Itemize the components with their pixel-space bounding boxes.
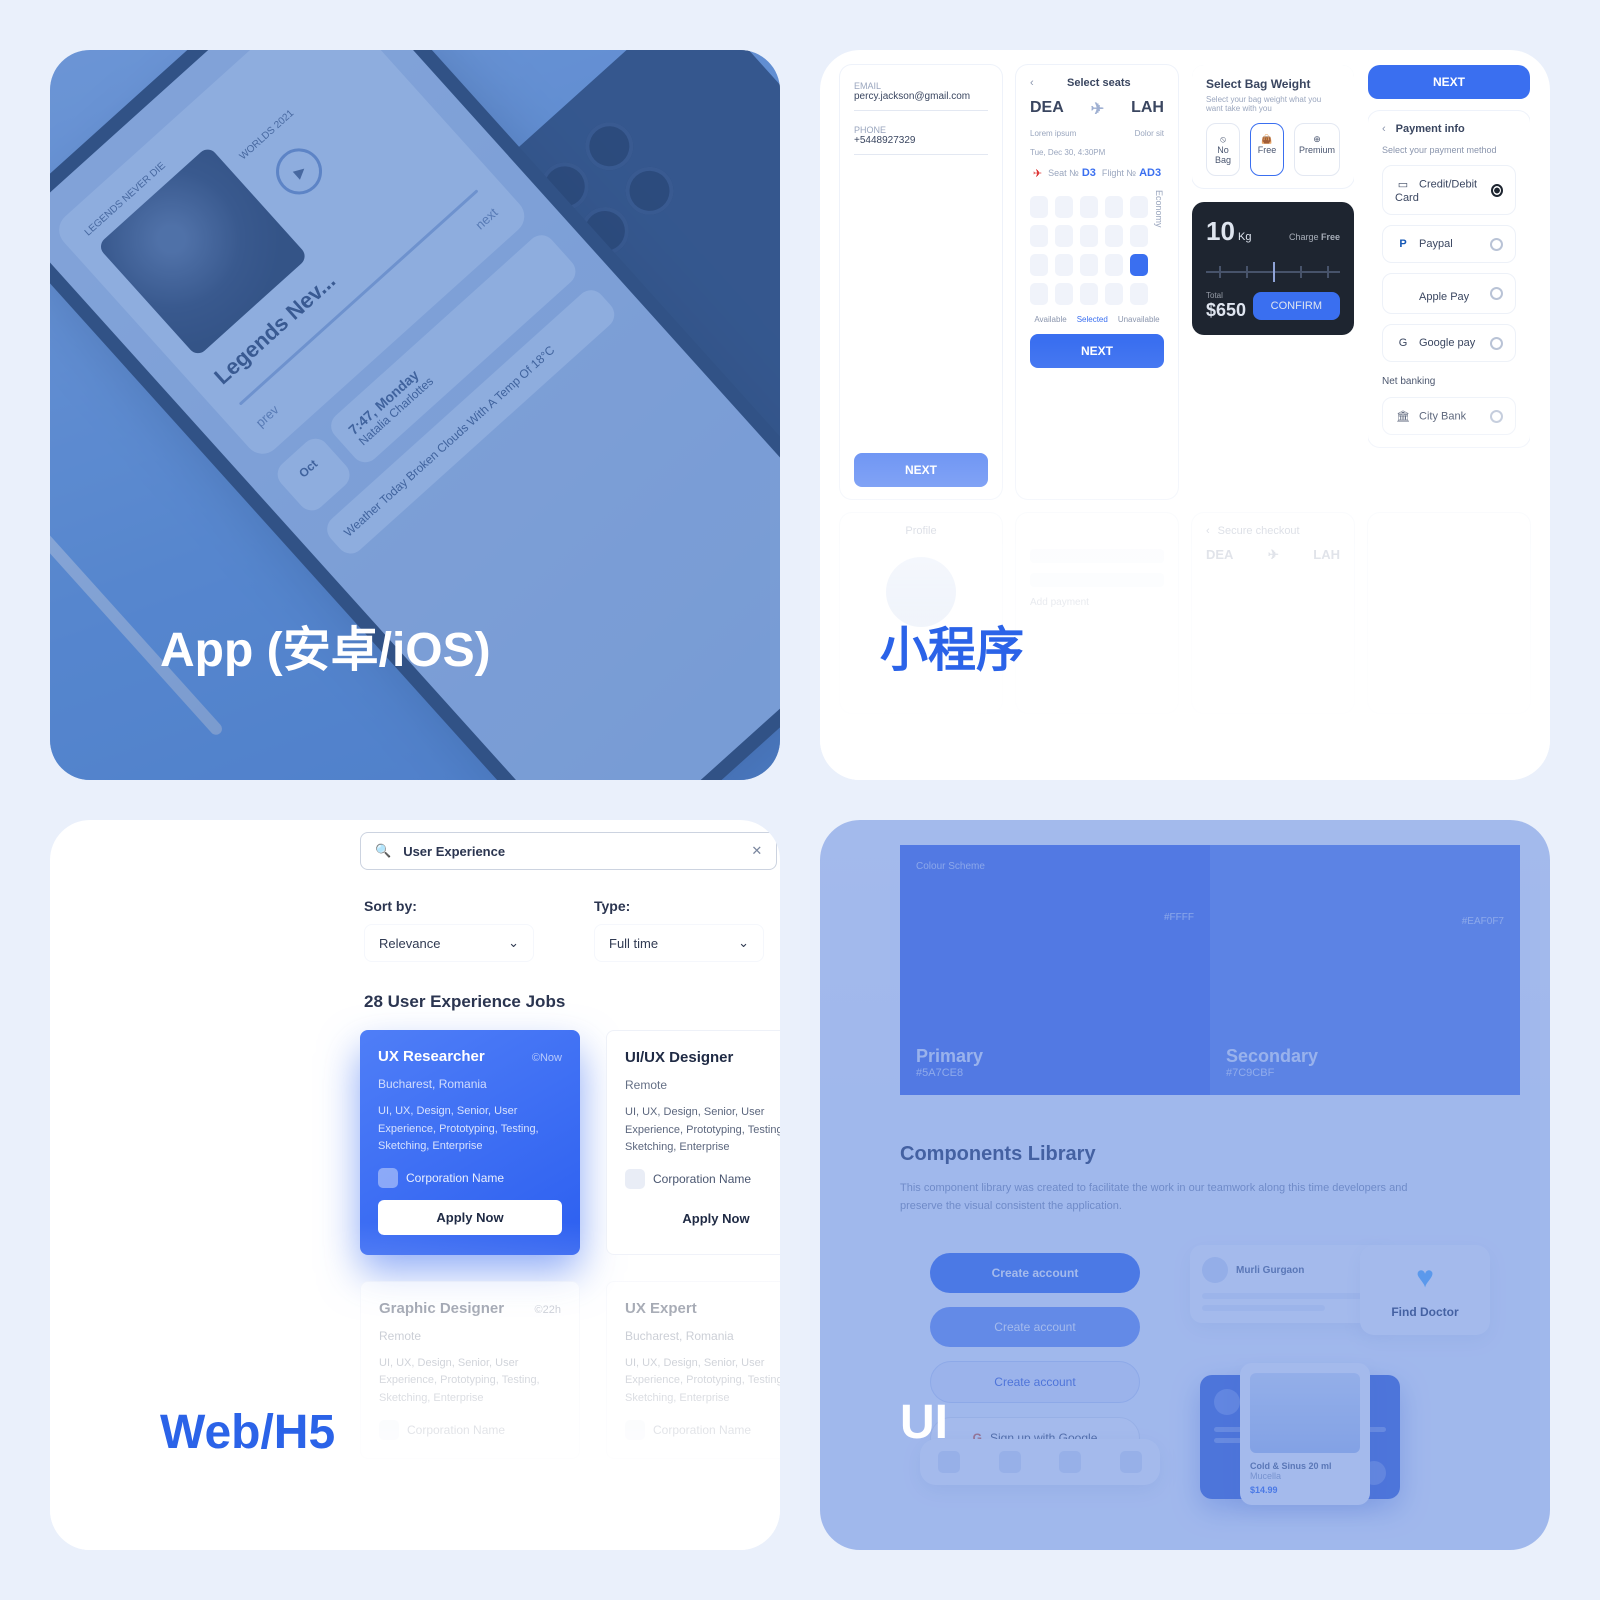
company-logo	[378, 1168, 398, 1188]
email-value: percy.jackson@gmail.com	[854, 91, 988, 102]
to-sub: Dolor sit	[1135, 129, 1164, 138]
job-location: Remote	[625, 1078, 780, 1092]
type-label: Type:	[594, 898, 764, 914]
weight-slider-panel: 10 Kg Charge Free Total$650 CONFIRM	[1192, 202, 1354, 335]
fade-overlay	[50, 1222, 780, 1551]
bag-opt-premium[interactable]: ⊕Premium	[1294, 123, 1340, 176]
legend-available: Available	[1034, 315, 1066, 324]
bag-opt-none[interactable]: ⦸No Bag	[1206, 123, 1240, 176]
jobs-heading: 28 User Experience Jobs	[364, 992, 780, 1012]
type-dropdown[interactable]: Full time⌄	[594, 924, 764, 962]
seats-title: Select seats	[1067, 77, 1131, 89]
legend-unavailable: Unavailable	[1118, 315, 1160, 324]
card-label-app: App (安卓/iOS)	[160, 610, 491, 680]
next-button[interactable]: NEXT	[1368, 65, 1530, 99]
from-code: DEA	[1030, 99, 1064, 119]
job-title: UX Researcher	[378, 1048, 485, 1065]
total-label: Total	[1206, 291, 1246, 300]
flight-date: Tue, Dec 30, 4:30PM	[1030, 148, 1164, 157]
to-code: LAH	[1131, 99, 1164, 119]
phone-value: +5448927329	[854, 135, 988, 146]
company-name: Corporation Name	[406, 1171, 504, 1185]
kg-value: 10	[1206, 216, 1235, 246]
sort-label: Sort by:	[364, 898, 534, 914]
seat-map[interactable]	[1030, 196, 1148, 305]
pay-method-apple[interactable]: Apple Pay	[1382, 273, 1516, 314]
search-icon: 🔍	[375, 843, 391, 859]
fade-overlay	[820, 342, 1550, 780]
pay-method-paypal[interactable]: PPaypal	[1382, 225, 1516, 263]
card-mini-program[interactable]: EMAIL percy.jackson@gmail.com PHONE +544…	[820, 50, 1550, 780]
seat-lbl: Seat №	[1048, 168, 1079, 178]
job-location: Bucharest, Romania	[378, 1077, 562, 1091]
seat-selected[interactable]	[1130, 254, 1148, 276]
card-label-ui: UI	[900, 1395, 948, 1450]
weight-slider[interactable]	[1206, 271, 1340, 273]
job-title: UI/UX Designer	[625, 1049, 733, 1066]
back-icon[interactable]: ‹	[1030, 77, 1034, 89]
flight-lbl: Flight №	[1102, 168, 1136, 178]
job-tags: UI, UX, Design, Senior, User Experience,…	[378, 1103, 562, 1156]
clear-icon[interactable]: ✕	[751, 843, 762, 859]
apple-icon	[1395, 284, 1411, 300]
card-web[interactable]: 🔍 User Experience ✕ | ⌖ Sort by: Relevan…	[50, 820, 780, 1550]
chevron-down-icon: ⌄	[508, 935, 519, 951]
confirm-button[interactable]: CONFIRM	[1253, 292, 1340, 320]
radio-icon[interactable]	[1490, 238, 1503, 251]
bag-title: Select Bag Weight	[1206, 77, 1340, 91]
job-time: ©Now	[532, 1052, 562, 1064]
charge-value: Free	[1321, 232, 1340, 242]
company-name: Corporation Name	[653, 1172, 751, 1186]
pay-method-card[interactable]: ▭Credit/Debit Card	[1382, 165, 1516, 215]
card-ui[interactable]: Colour Scheme#FFFF Primary#5A7CE8 #EAF0F…	[820, 820, 1550, 1550]
legend-selected: Selected	[1077, 315, 1108, 324]
charge-label: Charge	[1289, 232, 1319, 242]
seat-num: D3	[1082, 167, 1096, 179]
bag-opt-free[interactable]: 👜Free	[1250, 123, 1284, 176]
card-icon: ▭	[1395, 176, 1411, 192]
phone-label: PHONE	[854, 125, 988, 135]
radio-icon[interactable]	[1490, 287, 1503, 300]
card-label-web: Web/H5	[160, 1405, 335, 1460]
company-logo	[625, 1169, 645, 1189]
total-value: $650	[1206, 300, 1246, 321]
back-icon[interactable]: ‹	[1382, 123, 1386, 135]
job-tags: UI, UX, Design, Senior, User Experience,…	[625, 1104, 780, 1157]
paypal-icon: P	[1395, 236, 1411, 252]
payment-sub: Select your payment method	[1382, 145, 1516, 155]
search-bar[interactable]: 🔍 User Experience ✕	[360, 832, 777, 870]
sort-dropdown[interactable]: Relevance⌄	[364, 924, 534, 962]
from-sub: Lorem ipsum	[1030, 129, 1076, 138]
flight-num: AD3	[1139, 167, 1161, 179]
card-app[interactable]: LEGENDS NEVER DIE WORLDS 2021 ▶ Legends …	[50, 50, 780, 780]
chevron-down-icon: ⌄	[738, 935, 749, 951]
cabin-class: Economy	[1154, 190, 1164, 305]
email-label: EMAIL	[854, 81, 988, 91]
radio-on-icon[interactable]	[1491, 184, 1503, 197]
bag-sub: Select your bag weight what you want tak…	[1206, 95, 1340, 113]
card-label-mini: 小程序	[880, 610, 1024, 680]
search-query: User Experience	[403, 844, 505, 859]
kg-unit: Kg	[1238, 231, 1251, 243]
payment-title: Payment info	[1396, 123, 1465, 135]
